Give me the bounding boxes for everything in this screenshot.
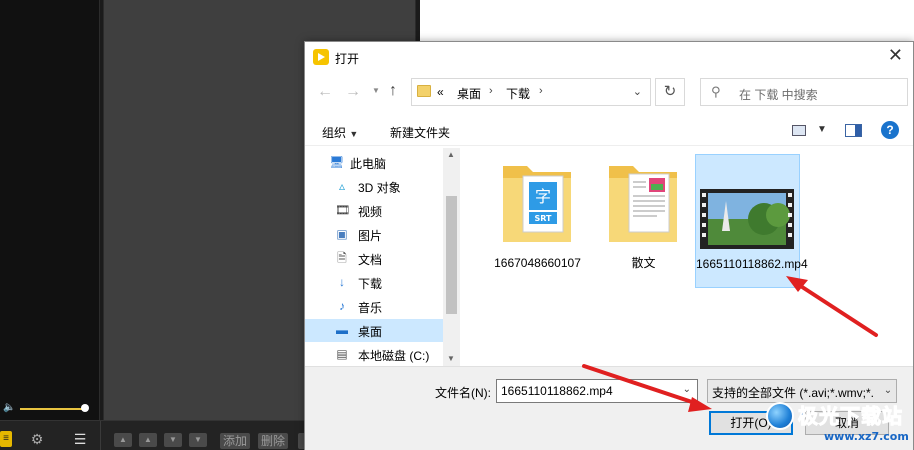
add-button[interactable]: 添加 [220, 433, 251, 449]
volume-slider-handle[interactable] [81, 404, 89, 412]
caret-down-icon: ▼ [349, 129, 359, 139]
delete-button[interactable]: 删除 [258, 433, 289, 449]
player-sidebar [0, 0, 100, 420]
filename-label: 文件名(N): [435, 386, 491, 400]
nav-item-label: 视频 [358, 205, 383, 219]
divider [100, 421, 101, 450]
music-icon: ♪ [339, 299, 345, 313]
watermark-url: www.xz7.com [824, 430, 909, 443]
close-icon[interactable]: ✕ [888, 45, 903, 66]
watermark-logo: 极光下载站 www.xz7.com [766, 398, 914, 450]
nav-item-local-disk[interactable]: ▤ 本地磁盘 (C:) [305, 343, 443, 366]
file-list: 字 SRT 1667048660107 散文 1665110118862.mp4 [465, 148, 914, 370]
dialog-title: 打开 [335, 52, 360, 66]
volume-icon[interactable]: 🔈 [3, 402, 15, 413]
pictures-icon: ▣ [336, 227, 348, 241]
nav-item-label: 下载 [358, 277, 383, 291]
breadcrumb-separator-icon[interactable]: › [489, 85, 493, 97]
drive-icon: ▤ [336, 347, 348, 361]
folder-icon [609, 166, 677, 242]
volume-control[interactable]: 🔈 [0, 400, 100, 418]
nav-item-label: 3D 对象 [358, 181, 401, 195]
chevron-down-icon[interactable]: ⌄ [683, 384, 691, 395]
nav-scrollbar[interactable]: ▲ ▼ [443, 148, 460, 370]
folder-icon: 字 SRT [503, 166, 571, 242]
app-icon [313, 49, 329, 65]
breadcrumb-overflow[interactable]: « [437, 85, 444, 99]
open-file-dialog: 打开 ✕ ← → ▼ ↑ « 桌面 › 下载 › ⌄ ↻ ⚲ 在 下载 中搜索 … [304, 41, 914, 450]
nav-item-label: 图片 [358, 229, 383, 243]
search-input[interactable]: 在 下载 中搜索 [739, 86, 818, 103]
file-name: 1667048660107 [494, 256, 581, 270]
move-up-icon[interactable]: ▲ [139, 433, 157, 447]
refresh-icon[interactable]: ↻ [655, 78, 685, 106]
nav-item-videos[interactable]: 🎞 视频 [305, 199, 443, 222]
folder-icon [417, 85, 431, 97]
file-name: 散文 [631, 256, 656, 270]
breadcrumb-separator-icon[interactable]: › [539, 85, 543, 97]
navigation-bar: ← → ▼ ↑ « 桌面 › 下载 › ⌄ ↻ ⚲ 在 下载 中搜索 [305, 76, 913, 108]
file-item-video-mp4[interactable]: 1665110118862.mp4 [695, 154, 808, 288]
menu-icon[interactable]: ☰ [72, 431, 88, 447]
nav-item-label: 此电脑 [350, 157, 387, 171]
address-bar[interactable]: « 桌面 › 下载 › ⌄ [411, 78, 651, 106]
nav-item-desktop[interactable]: ▬ 桌面 [305, 319, 443, 342]
chevron-down-icon[interactable]: ⌄ [633, 85, 642, 98]
scrollbar-thumb[interactable] [446, 196, 457, 314]
organize-button[interactable]: 组织 ▼ [322, 124, 358, 141]
nav-item-label: 文档 [358, 253, 383, 267]
desktop-icon: ▬ [336, 323, 348, 337]
srt-badge-char: 字 [535, 187, 551, 206]
preview-pane-icon[interactable] [845, 124, 862, 137]
search-icon: ⚲ [711, 84, 721, 99]
nav-item-pictures[interactable]: ▣ 图片 [305, 223, 443, 246]
move-top-icon[interactable]: ▲ [114, 433, 132, 447]
filename-input[interactable]: 1665110118862.mp4 ⌄ [496, 379, 698, 403]
breadcrumb-desktop[interactable]: 桌面 [457, 85, 481, 102]
watermark-name: 极光下载站 [798, 404, 903, 429]
help-icon[interactable]: ? [881, 121, 899, 139]
command-bar: 组织 ▼ 新建文件夹 ▼ ? [305, 116, 913, 146]
move-down-icon[interactable]: ▼ [164, 433, 182, 447]
download-icon: ↓ [339, 275, 345, 289]
srt-badge-text: SRT [534, 214, 552, 223]
nav-item-label: 音乐 [358, 301, 383, 315]
brand-globe-icon [766, 402, 794, 430]
gear-icon[interactable]: ⚙ [29, 431, 45, 447]
scroll-up-icon[interactable]: ▲ [447, 150, 455, 159]
filename-value[interactable]: 1665110118862.mp4 [501, 384, 613, 398]
dialog-titlebar: 打开 ✕ [305, 42, 913, 72]
nav-item-this-pc[interactable]: 🖥 此电脑 [305, 151, 443, 174]
nav-item-label: 本地磁盘 (C:) [358, 349, 430, 363]
breadcrumb-downloads[interactable]: 下载 [506, 85, 530, 102]
computer-icon: 🖥 [329, 155, 345, 169]
nav-item-music[interactable]: ♪ 音乐 [305, 295, 443, 318]
navigation-pane: 🖥 此电脑 ▵ 3D 对象 🎞 视频 ▣ 图片 🗎 文档 ↓ 下载 ♪ 音乐 ▬ [305, 148, 460, 370]
3d-objects-icon: ▵ [338, 179, 346, 193]
new-folder-button[interactable]: 新建文件夹 [390, 124, 450, 141]
playlist-icon[interactable]: ≡ [0, 431, 12, 447]
nav-item-label: 桌面 [358, 325, 383, 339]
nav-item-documents[interactable]: 🗎 文档 [305, 247, 443, 270]
change-view-icon[interactable] [792, 125, 806, 136]
file-name: 1665110118862.mp4 [696, 257, 808, 271]
back-arrow-icon[interactable]: ← [317, 83, 333, 101]
nav-item-downloads[interactable]: ↓ 下载 [305, 271, 443, 294]
search-box[interactable]: ⚲ 在 下载 中搜索 [700, 78, 908, 106]
video-thumbnail-icon [700, 189, 794, 249]
file-item-folder-prose[interactable]: 散文 [591, 154, 696, 288]
documents-icon: 🗎 [337, 251, 347, 265]
video-icon: 🎞 [335, 203, 351, 217]
scroll-down-icon[interactable]: ▼ [447, 354, 455, 363]
forward-arrow-icon[interactable]: → [345, 83, 361, 101]
up-arrow-icon[interactable]: ↑ [389, 82, 397, 100]
view-options-chevron-icon[interactable]: ▼ [817, 124, 827, 135]
move-bottom-icon[interactable]: ▼ [189, 433, 207, 447]
nav-item-3d-objects[interactable]: ▵ 3D 对象 [305, 175, 443, 198]
volume-slider-track[interactable] [20, 408, 86, 410]
recent-locations-chevron-icon[interactable]: ▼ [372, 86, 380, 95]
file-item-folder-srt[interactable]: 字 SRT 1667048660107 [485, 154, 590, 288]
organize-label: 组织 [322, 126, 347, 140]
